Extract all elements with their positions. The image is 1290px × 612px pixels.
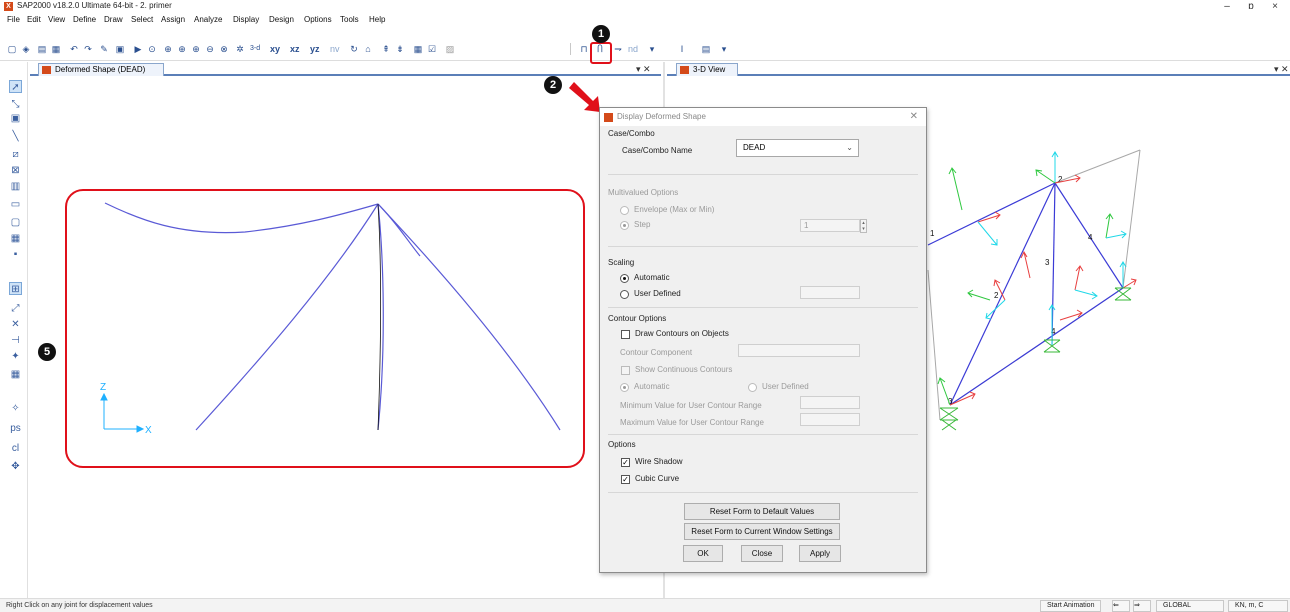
- case-combo-name-label: Case/Combo Name: [622, 146, 693, 155]
- dialog-title: Display Deformed Shape: [617, 112, 706, 121]
- ok-button[interactable]: OK: [683, 545, 723, 562]
- step-input[interactable]: 1: [800, 219, 860, 232]
- scaling-user-defined-label: User Defined: [634, 289, 681, 298]
- wire-shadow-label: Wire Shadow: [635, 457, 683, 466]
- arrow-red: [1122, 278, 1137, 289]
- supports: [939, 287, 1132, 431]
- contour-group-label: Contour Options: [608, 314, 667, 323]
- reset-window-button[interactable]: Reset Form to Current Window Settings: [684, 523, 840, 540]
- divider: [608, 174, 918, 175]
- next-arrow-icon[interactable]: ⇒: [1133, 600, 1151, 612]
- close-button[interactable]: Close: [741, 545, 783, 562]
- frame-label: 2: [994, 291, 999, 300]
- scale-factor-input[interactable]: [800, 286, 860, 299]
- contour-component-label: Contour Component: [620, 348, 693, 357]
- arrow-cyan: [1074, 289, 1098, 300]
- arrow-green: [1105, 213, 1114, 239]
- reset-default-button[interactable]: Reset Form to Default Values: [684, 503, 840, 520]
- case-combo-group-label: Case/Combo: [608, 129, 655, 138]
- divider: [608, 492, 918, 493]
- draw-contours-checkbox[interactable]: [621, 330, 630, 339]
- callout-5: 5: [38, 343, 56, 361]
- frame-1: [927, 182, 1056, 246]
- start-animation-button[interactable]: Start Animation: [1040, 600, 1102, 612]
- max-contour-input[interactable]: [800, 413, 860, 426]
- toolbar-highlight: [590, 42, 612, 64]
- dialog-close-icon[interactable]: ✕: [910, 111, 918, 122]
- scaling-automatic-label: Automatic: [634, 273, 670, 282]
- coordinate-system-select[interactable]: GLOBAL: [1156, 600, 1224, 612]
- min-contour-input[interactable]: [800, 396, 860, 409]
- frame-labels: 1 2 3 4 2 3 4: [930, 175, 1093, 406]
- arrow-red: [1074, 265, 1084, 291]
- support-1b: [941, 419, 957, 431]
- callout-1: 1: [592, 25, 610, 43]
- support-3: [1114, 287, 1132, 301]
- frame-label: 4: [1088, 233, 1093, 242]
- case-combo-select[interactable]: DEAD ⌄: [736, 139, 859, 157]
- arrow-cyan: [977, 221, 998, 246]
- frame-5: [949, 287, 1124, 406]
- cubic-curve-checkbox[interactable]: ✓: [621, 475, 630, 484]
- chevron-down-icon: ⌄: [846, 143, 853, 152]
- red-arrow-icon: [569, 82, 600, 112]
- options-group-label: Options: [608, 440, 636, 449]
- min-contour-label: Minimum Value for User Contour Range: [620, 401, 762, 410]
- step-radio[interactable]: [620, 221, 629, 230]
- frame-label: 1: [930, 229, 935, 238]
- step-label: Step: [634, 220, 651, 229]
- outline-left: [927, 269, 941, 421]
- divider: [608, 434, 918, 435]
- pointer-arrow: [569, 82, 600, 112]
- cubic-curve-label: Cubic Curve: [635, 474, 680, 483]
- display-deformed-shape-dialog: Display Deformed Shape ✕ Case/Combo Case…: [599, 107, 927, 573]
- outline-right: [1122, 149, 1141, 289]
- step-spinner[interactable]: ▴ ▾: [860, 219, 867, 233]
- contour-automatic-label: Automatic: [634, 382, 670, 391]
- contour-automatic-radio[interactable]: [620, 383, 629, 392]
- status-message: Right Click on any joint for displacemen…: [6, 602, 153, 609]
- show-contours-label: Show Continuous Contours: [635, 365, 733, 374]
- grid-outline: [927, 149, 1141, 421]
- scaling-automatic-radio[interactable]: [620, 274, 629, 283]
- arrow-cyan: [985, 299, 1006, 320]
- status-bar: Right Click on any joint for displacemen…: [0, 598, 1290, 612]
- arrow-cyan: [1105, 230, 1127, 239]
- units-select[interactable]: KN, m, C: [1228, 600, 1288, 612]
- draw-contours-label: Draw Contours on Objects: [635, 329, 729, 338]
- dialog-title-bar: Display Deformed Shape ✕: [600, 108, 926, 126]
- contour-user-defined-radio[interactable]: [748, 383, 757, 392]
- outline-top: [1054, 149, 1141, 184]
- arrow-green: [967, 289, 991, 301]
- sap2000-window: X SAP2000 v18.2.0 Ultimate 64-bit - 2. p…: [0, 0, 1290, 612]
- divider: [608, 246, 918, 247]
- contour-user-defined-label: User Defined: [762, 382, 809, 391]
- show-contours-checkbox[interactable]: [621, 366, 630, 375]
- arrow-green: [948, 167, 963, 211]
- arrow-green: [1035, 169, 1056, 184]
- arrow-green: [937, 377, 951, 406]
- contour-component-select[interactable]: [738, 344, 860, 357]
- scaling-group-label: Scaling: [608, 258, 635, 267]
- scaling-user-defined-radio[interactable]: [620, 290, 629, 299]
- arrow-red: [949, 391, 976, 406]
- arrow-cyan: [1048, 304, 1056, 345]
- sap-icon: [604, 113, 613, 122]
- apply-button[interactable]: Apply: [799, 545, 841, 562]
- arrow-red: [977, 211, 1001, 223]
- max-contour-label: Maximum Value for User Contour Range: [620, 418, 764, 427]
- support-1: [939, 407, 959, 421]
- case-combo-value: DEAD: [743, 143, 766, 152]
- previous-arrow-icon[interactable]: ⇐: [1112, 600, 1130, 612]
- deformed-shape-highlight: [65, 189, 585, 468]
- envelope-label: Envelope (Max or Min): [634, 205, 715, 214]
- frame-label: 3: [1045, 258, 1050, 267]
- callout-2: 2: [544, 76, 562, 94]
- multivalued-group-label: Multivalued Options: [608, 188, 679, 197]
- divider: [608, 307, 918, 308]
- wire-shadow-checkbox[interactable]: ✓: [621, 458, 630, 467]
- envelope-radio[interactable]: [620, 206, 629, 215]
- arrow-red: [1020, 250, 1031, 279]
